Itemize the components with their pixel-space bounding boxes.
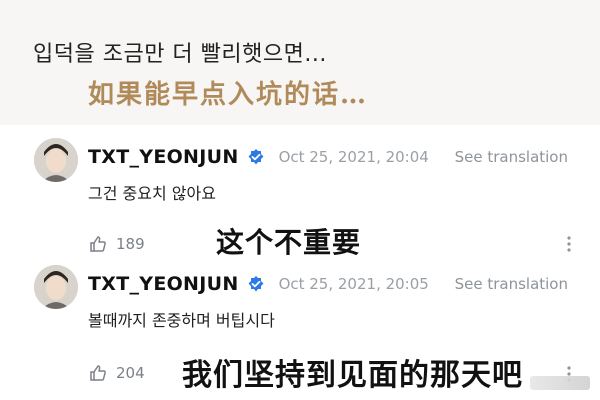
watermark <box>530 376 590 390</box>
see-translation-link[interactable]: See translation <box>455 275 568 293</box>
thumbs-up-icon[interactable] <box>88 234 108 254</box>
see-translation-link[interactable]: See translation <box>455 148 568 166</box>
comment-item: TXT_YEONJUN Oct 25, 2021, 20:04 See tran… <box>0 138 600 263</box>
comment-item: TXT_YEONJUN Oct 25, 2021, 20:05 See tran… <box>0 265 600 400</box>
comment-caption-chinese: 我们坚持到见面的那天吧 <box>182 358 523 393</box>
username[interactable]: TXT_YEONJUN <box>88 273 239 295</box>
comment-text: 그건 중요치 않아요 <box>88 184 216 203</box>
post-text-korean: 입덕을 조금만 더 빨리햇으면... <box>33 42 327 67</box>
comment-user-row: TXT_YEONJUN Oct 25, 2021, 20:05 <box>88 273 429 295</box>
verified-check-icon <box>247 275 265 293</box>
avatar-image <box>34 138 78 182</box>
comment-caption-chinese: 这个不重要 <box>216 226 362 259</box>
post-caption-chinese: 如果能早点入坑的话… <box>88 80 369 110</box>
avatar[interactable] <box>34 138 78 182</box>
timestamp: Oct 25, 2021, 20:04 <box>278 148 429 166</box>
screenshot-page: 입덕을 조금만 더 빨리햇으면... 如果能早点入坑的话… TXT_YEONJU… <box>0 0 600 400</box>
comment-footer: 189 <box>88 234 145 254</box>
comment-footer: 204 <box>88 363 145 383</box>
username[interactable]: TXT_YEONJUN <box>88 146 239 168</box>
comment-user-row: TXT_YEONJUN Oct 25, 2021, 20:04 <box>88 146 429 168</box>
verified-check-icon <box>247 148 265 166</box>
avatar-image <box>34 265 78 309</box>
more-vertical-icon[interactable] <box>566 235 572 253</box>
post-header: 입덕을 조금만 더 빨리햇으면... 如果能早点入坑的话… <box>0 0 600 125</box>
avatar[interactable] <box>34 265 78 309</box>
like-count: 204 <box>116 364 145 382</box>
comment-text: 볼때까지 존중하며 버팁시다 <box>88 311 275 330</box>
timestamp: Oct 25, 2021, 20:05 <box>278 275 429 293</box>
thumbs-up-icon[interactable] <box>88 363 108 383</box>
like-count: 189 <box>116 235 145 253</box>
